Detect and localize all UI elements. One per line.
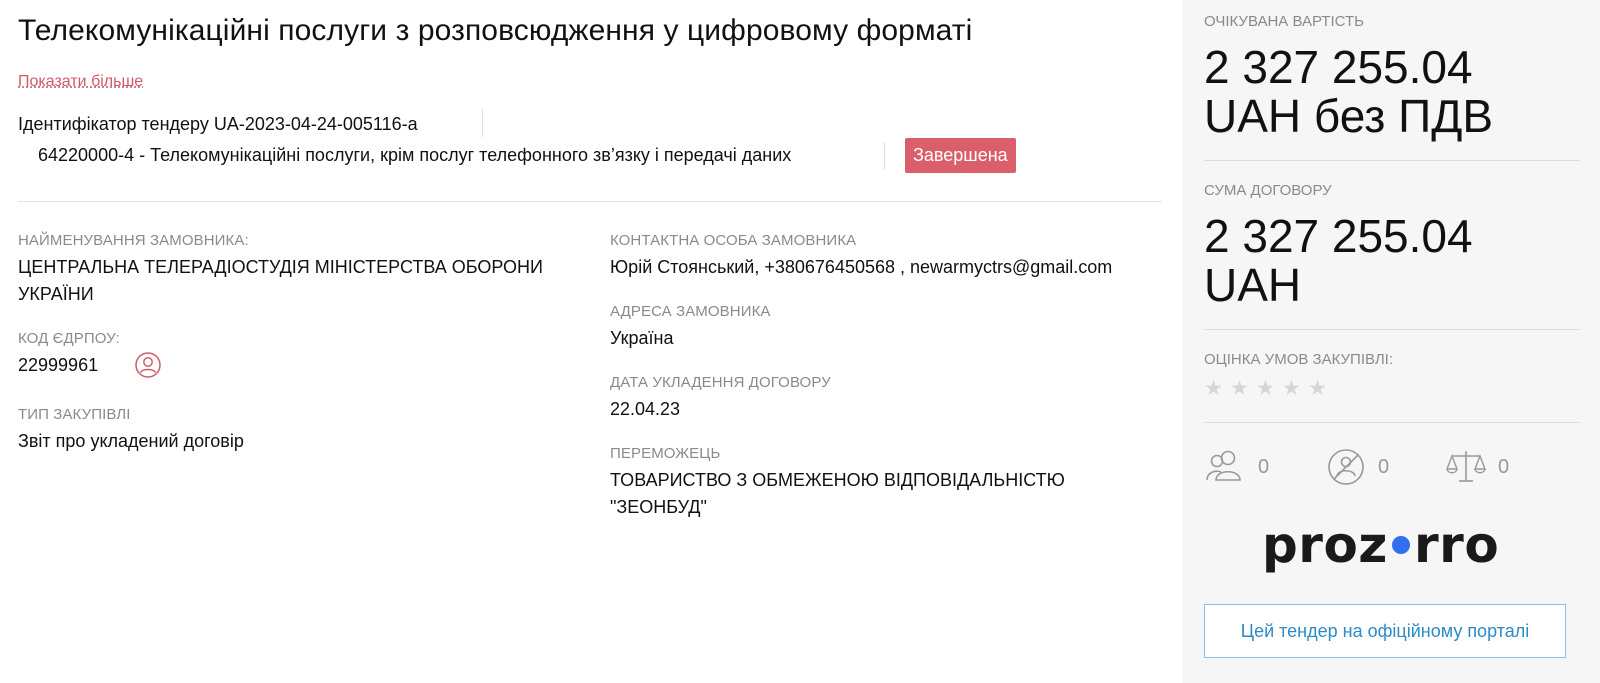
expected-value-label: ОЧІКУВАНА ВАРТІСТЬ xyxy=(1204,13,1364,30)
sidebar-divider xyxy=(1204,329,1580,330)
address-value: Україна xyxy=(610,328,674,348)
divider xyxy=(884,142,885,170)
svg-text:rro: rro xyxy=(1414,520,1499,574)
edrpou-label: КОД ЄДРПОУ: xyxy=(18,330,120,347)
sidebar-divider xyxy=(1204,422,1580,423)
price-card: ОЧІКУВАНА ВАРТІСТЬ 2 327 255.04 UAH без … xyxy=(1182,0,1600,683)
participants-count: 0 xyxy=(1258,455,1270,478)
disqualified-counter[interactable]: 0 xyxy=(1324,447,1389,487)
rating-star-icon[interactable]: ★ xyxy=(1282,378,1302,399)
expected-value-amount: 2 327 255.04 UAH без ПДВ xyxy=(1204,43,1493,141)
procurement-type-value: Звіт про укладений договір xyxy=(18,431,244,451)
customer-name-label: НАЙМЕНУВАННЯ ЗАМОВНИКА: xyxy=(18,232,249,249)
complaints-counter[interactable]: 0 xyxy=(1444,447,1509,487)
contract-sum-currency: UAH xyxy=(1204,259,1302,311)
tender-main-panel: Телекомунікаційні послуги з розповсюджен… xyxy=(0,0,1182,683)
show-more-link[interactable]: Показати більше xyxy=(18,73,143,91)
rating-star-icon[interactable]: ★ xyxy=(1204,378,1224,399)
rating-star-icon[interactable]: ★ xyxy=(1308,378,1328,399)
status-badge: Завершена xyxy=(905,138,1016,173)
official-portal-button[interactable]: Цей тендер на офіційному порталі xyxy=(1204,604,1566,658)
contact-label: КОНТАКТНА ОСОБА ЗАМОВНИКА xyxy=(610,232,857,249)
disqualified-icon xyxy=(1328,449,1364,485)
rating-star-icon[interactable]: ★ xyxy=(1230,378,1250,399)
sidebar-divider xyxy=(1204,160,1580,161)
winner-label: ПЕРЕМОЖЕЦЬ xyxy=(610,445,721,462)
participants-icon xyxy=(1206,450,1241,481)
user-profile-icon[interactable] xyxy=(135,352,161,378)
contract-date-value: 22.04.23 xyxy=(610,399,681,419)
contact-value: Юрій Стоянський, +380676450568 , newarmy… xyxy=(610,257,1113,277)
expected-amount-number: 2 327 255.04 xyxy=(1204,41,1473,93)
contract-date-label: ДАТА УКЛАДЕННЯ ДОГОВОРУ xyxy=(610,374,831,391)
contract-sum-label: СУМА ДОГОВОРУ xyxy=(1204,182,1332,199)
prozorro-logo[interactable]: proz rro xyxy=(1262,520,1512,590)
address-label: АДРЕСА ЗАМОВНИКА xyxy=(610,303,771,320)
divider xyxy=(482,109,483,137)
participants-counter[interactable]: 0 xyxy=(1204,447,1269,487)
sidebar: ОЧІКУВАНА ВАРТІСТЬ 2 327 255.04 UAH без … xyxy=(1182,0,1600,683)
tender-title: Телекомунікаційні послуги з розповсюджен… xyxy=(18,14,973,47)
procurement-type-label: ТИП ЗАКУПІВЛІ xyxy=(18,406,131,423)
contract-sum-number: 2 327 255.04 xyxy=(1204,210,1473,262)
complaints-count: 0 xyxy=(1498,455,1510,478)
rating-label: ОЦІНКА УМОВ ЗАКУПІВЛІ: xyxy=(1204,351,1394,368)
rating-stars[interactable]: ★ ★ ★ ★ ★ xyxy=(1204,378,1328,399)
cpv-classification: 64220000-4 - Телекомунікаційні послуги, … xyxy=(38,145,792,165)
contract-sum-amount: 2 327 255.04 UAH xyxy=(1204,212,1473,310)
edrpou-value: 22999961 xyxy=(18,355,99,375)
winner-value: ТОВАРИСТВО З ОБМЕЖЕНОЮ ВІДПОВІДАЛЬНІСТЮ … xyxy=(610,470,1065,517)
disqualified-count: 0 xyxy=(1378,455,1390,478)
rating-star-icon[interactable]: ★ xyxy=(1256,378,1276,399)
customer-name-value: ЦЕНТРАЛЬНА ТЕЛЕРАДІОСТУДІЯ МІНІСТЕРСТВА … xyxy=(18,257,543,304)
scales-icon xyxy=(1445,451,1487,482)
expected-amount-currency: UAH без ПДВ xyxy=(1204,90,1494,142)
tender-id: Ідентифікатор тендеру UA-2023-04-24-0051… xyxy=(18,114,418,134)
svg-text:proz: proz xyxy=(1262,520,1388,574)
section-divider xyxy=(18,201,1162,202)
